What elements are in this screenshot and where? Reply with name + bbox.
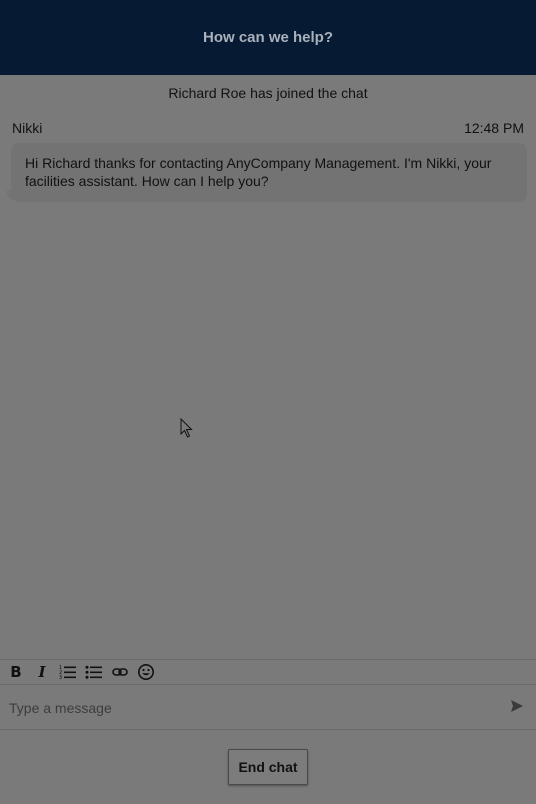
numbered-list-icon[interactable]: 1 2 3 <box>58 662 78 682</box>
message-sender: Nikki <box>12 120 43 136</box>
message-bubble-tail <box>7 190 17 200</box>
bullet-list-icon[interactable] <box>84 662 104 682</box>
formatting-toolbar: B I 1 2 3 <box>0 659 536 685</box>
message-input[interactable] <box>0 686 501 730</box>
system-message: Richard Roe has joined the chat <box>168 85 368 101</box>
end-chat-button[interactable]: End chat <box>228 749 308 785</box>
message-meta: Nikki 12:48 PM <box>12 120 524 136</box>
chat-header: How can we help? <box>0 0 536 75</box>
mouse-pointer-icon <box>180 418 193 438</box>
message-timestamp: 12:48 PM <box>464 120 524 136</box>
send-icon[interactable] <box>510 699 524 713</box>
bold-icon[interactable]: B <box>6 662 26 682</box>
emoji-icon[interactable] <box>136 662 156 682</box>
composer <box>0 686 536 730</box>
message-bubble: Hi Richard thanks for contacting AnyComp… <box>11 143 527 202</box>
link-icon[interactable] <box>110 662 130 682</box>
italic-icon[interactable]: I <box>32 662 52 682</box>
svg-text:3: 3 <box>59 675 62 680</box>
header-title: How can we help? <box>202 29 334 46</box>
